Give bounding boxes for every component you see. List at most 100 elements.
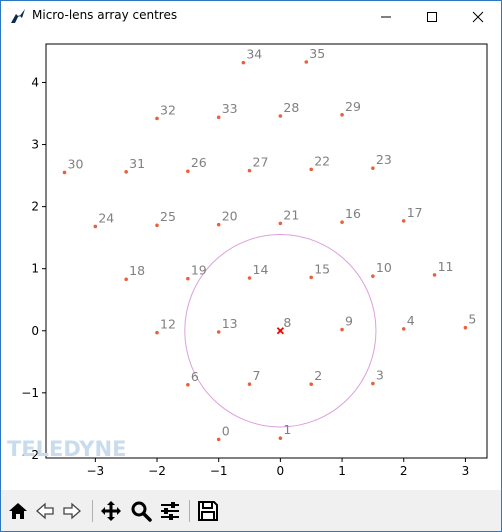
lens-centre-point <box>432 273 437 277</box>
x-tick-label: −1 <box>210 464 228 478</box>
point-label: 30 <box>68 156 84 171</box>
x-tick-label: −3 <box>86 464 104 478</box>
y-tick-label: 3 <box>31 138 39 152</box>
point-label: 22 <box>314 153 330 168</box>
watermark-text: TELEDYNE <box>7 437 127 461</box>
window-title: Micro-lens array centres <box>32 8 178 22</box>
lens-centre-point <box>340 112 344 117</box>
point-label: 23 <box>376 152 392 167</box>
lens-centre-point <box>62 170 67 175</box>
point-label: 12 <box>160 317 176 332</box>
minimize-button[interactable] <box>363 1 409 32</box>
point-label: 10 <box>376 260 392 275</box>
minimize-icon <box>381 16 391 17</box>
lens-centre-point <box>278 436 283 440</box>
app-logo-icon <box>11 9 25 23</box>
configure-subplots-button[interactable] <box>157 498 183 524</box>
y-tick-label: 0 <box>31 324 39 338</box>
point-label: 13 <box>222 316 238 331</box>
axes-frame <box>45 43 488 459</box>
point-label: 25 <box>160 209 176 224</box>
y-tick-label: −1 <box>21 386 39 400</box>
point-label: 21 <box>283 207 299 222</box>
lens-centre-point <box>304 60 309 64</box>
pan-button[interactable] <box>98 498 124 524</box>
title-bar[interactable]: Micro-lens array centres <box>1 1 501 32</box>
lens-centre-point <box>371 274 375 278</box>
save-icon <box>198 501 218 521</box>
lens-centre-point <box>340 220 344 224</box>
point-label: 34 <box>246 47 262 62</box>
lens-centre-point <box>186 382 190 387</box>
save-button[interactable] <box>195 498 221 524</box>
lens-centre-point <box>247 382 252 386</box>
point-label: 32 <box>160 102 176 117</box>
lens-centre-point <box>247 168 252 173</box>
lens-centre-point <box>371 381 375 386</box>
lens-centre-point <box>216 437 221 442</box>
point-label: 19 <box>191 263 207 278</box>
point-label: 7 <box>253 368 261 383</box>
point-label: 28 <box>283 100 299 115</box>
point-label: 8 <box>283 315 291 330</box>
y-tick-label: 1 <box>31 262 39 276</box>
lens-centre-point <box>124 170 128 174</box>
close-button[interactable] <box>455 1 501 32</box>
lens-centre-point <box>155 223 159 228</box>
zoom-button[interactable] <box>128 498 154 524</box>
point-label: 16 <box>345 206 361 221</box>
point-label: 24 <box>98 210 114 225</box>
point-label: 2 <box>314 368 322 383</box>
lens-centre-point <box>401 327 406 331</box>
point-label: 26 <box>191 155 207 170</box>
point-label: 4 <box>407 313 415 328</box>
y-tick-label: 4 <box>31 75 39 89</box>
figure-canvas[interactable]: −3 −2 −1 0 1 2 3 −2 −1 0 1 2 3 4 0 1 2 3 4 5 6 7 8 9 10 11 12 13 14 1… <box>1 32 501 490</box>
lens-centre-point <box>340 327 344 332</box>
toolbar-separator <box>189 500 190 522</box>
lens-centre-point <box>186 169 190 174</box>
point-label: 11 <box>438 259 454 274</box>
back-button[interactable] <box>32 498 58 524</box>
home-icon <box>9 503 27 519</box>
close-icon <box>472 11 484 22</box>
lens-centre-point <box>309 382 314 386</box>
point-label: 18 <box>129 263 145 278</box>
lens-centre-point <box>463 325 468 330</box>
point-label: 33 <box>222 101 238 116</box>
point-label: 35 <box>309 46 325 61</box>
lens-centre-point <box>216 115 221 120</box>
forward-arrow-icon <box>63 502 81 520</box>
lens-centre-point <box>401 219 406 223</box>
app-window: Micro-lens array centres −3 −2 −1 0 1 2 3 −2 −1 0… <box>0 0 502 532</box>
lens-centre-point <box>155 330 159 335</box>
point-label: 20 <box>222 209 238 224</box>
navigation-toolbar <box>1 490 501 531</box>
x-tick-label: 1 <box>338 464 346 478</box>
lens-centre-point <box>371 166 375 170</box>
point-label: 3 <box>376 368 384 383</box>
x-tick-label: −2 <box>148 464 166 478</box>
forward-button[interactable] <box>59 498 85 524</box>
lens-centre-point <box>124 277 128 282</box>
lens-centre-point <box>309 167 314 172</box>
back-arrow-icon <box>36 502 54 520</box>
lens-centre-point <box>278 114 283 118</box>
lens-centre-point <box>216 222 221 227</box>
x-tick-label: 0 <box>277 464 285 478</box>
point-label: 5 <box>468 312 476 327</box>
lens-centre-point <box>278 221 283 226</box>
scatter-plot: −3 −2 −1 0 1 2 3−2−1012340 12 34 56 78 910 1112 1314 1… <box>21 43 488 478</box>
home-button[interactable] <box>5 498 31 524</box>
point-label: 6 <box>191 369 199 384</box>
maximize-button[interactable] <box>409 1 455 32</box>
point-label: 29 <box>345 99 361 114</box>
point-label: 1 <box>283 422 291 437</box>
point-label: 15 <box>314 261 330 276</box>
zoom-icon <box>131 501 152 522</box>
toolbar-separator <box>92 500 93 522</box>
lens-centre-point <box>309 275 314 280</box>
lens-centre-point <box>241 60 246 65</box>
point-label: 27 <box>253 155 269 170</box>
lens-centre-point <box>155 116 159 121</box>
